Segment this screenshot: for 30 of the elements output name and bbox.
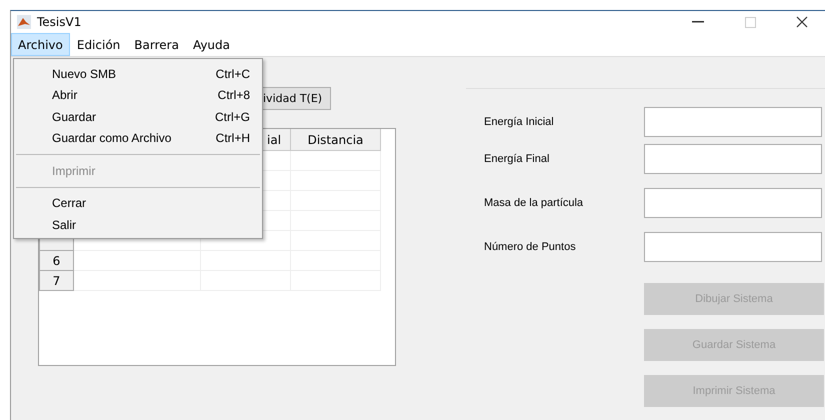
menu-item[interactable]: Cerrar <box>14 192 262 214</box>
column-header: Distancia <box>291 129 381 151</box>
row-header: 6 <box>39 251 74 271</box>
maximize-icon[interactable] <box>744 16 756 28</box>
toolbar-button[interactable]: ividad T(E) <box>260 87 332 110</box>
menu-bar-item[interactable]: Barrera <box>127 33 186 56</box>
menu-item[interactable]: Guardar Ctrl+G <box>14 106 262 128</box>
field-label: Número de Puntos <box>483 241 577 253</box>
menu-item[interactable]: Abrir Ctrl+8 <box>14 84 262 106</box>
input-field[interactable] <box>644 144 822 174</box>
close-icon[interactable] <box>796 16 808 28</box>
shortcut-label: Ctrl+G <box>214 110 250 124</box>
field-label: Energía Inicial <box>483 116 555 128</box>
shortcut-label: Ctrl+H <box>216 131 250 146</box>
shortcut-label: Ctrl+8 <box>218 88 250 102</box>
menu-item[interactable]: Salir <box>14 214 262 236</box>
window-title: TesisV1 <box>37 15 82 29</box>
app-logo-icon <box>17 15 31 29</box>
field-label: Energía Final <box>483 153 550 165</box>
row-header: 7 <box>39 271 74 291</box>
minimize-icon[interactable] <box>692 21 704 23</box>
input-field[interactable] <box>644 188 822 218</box>
menu-bar-item[interactable]: Archivo <box>11 33 70 56</box>
field-label: Masa de la partícula <box>483 197 584 209</box>
input-field[interactable] <box>644 107 822 137</box>
input-field[interactable] <box>644 232 822 262</box>
shortcut-label: Ctrl+C <box>216 66 250 81</box>
menu-bar-item[interactable]: Edición <box>70 33 128 56</box>
menu-item[interactable]: Nuevo SMB Ctrl+C <box>14 63 262 84</box>
menu-bar-item[interactable]: Ayuda <box>186 33 238 56</box>
